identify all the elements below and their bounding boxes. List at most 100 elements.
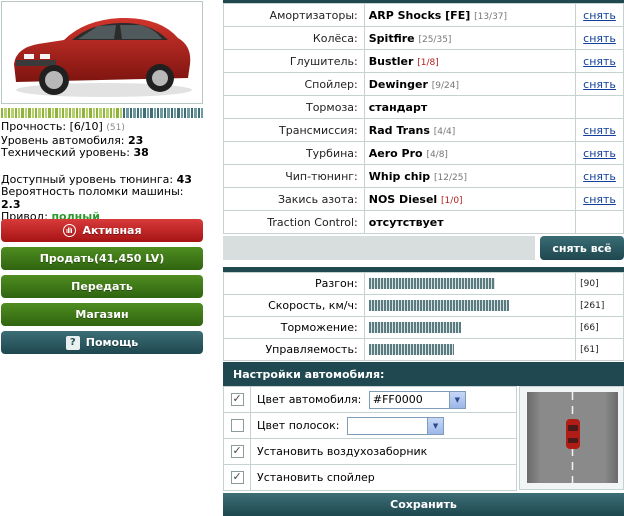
part-action-cell: снять bbox=[575, 187, 624, 211]
durability-segment bbox=[140, 108, 143, 118]
part-name: Bustler bbox=[368, 54, 414, 68]
performance-row: Разгон: [90] bbox=[223, 272, 624, 295]
remove-part-link[interactable]: снять bbox=[583, 170, 616, 183]
part-label: Закись азота: bbox=[223, 187, 365, 211]
car-stats: Прочность: [6/10] (51) Уровень автомобил… bbox=[1, 120, 206, 224]
shop-button[interactable]: Магазин bbox=[1, 303, 203, 326]
part-value-cell: Whip chip [12/25] bbox=[363, 164, 577, 188]
part-row: Спойлер: Dewinger [9/24] снять bbox=[223, 72, 624, 96]
durability-segment bbox=[153, 108, 156, 118]
stripes-label: Цвет полосок: bbox=[257, 418, 340, 432]
remove-part-link[interactable]: снять bbox=[583, 78, 616, 91]
durability-segment bbox=[102, 108, 106, 118]
transfer-button[interactable]: Передать bbox=[1, 275, 203, 298]
part-value-cell: Bustler [1/8] bbox=[363, 49, 577, 73]
shop-button-label: Магазин bbox=[75, 308, 129, 321]
car-image bbox=[14, 17, 192, 97]
part-label: Спойлер: bbox=[223, 72, 365, 96]
part-row: Амортизаторы: ARP Shocks [FE] [13/37] снят… bbox=[223, 3, 624, 27]
tuning-value: 43 bbox=[176, 172, 192, 186]
part-count: [1/0] bbox=[441, 195, 463, 206]
performance-value: [261] bbox=[575, 294, 624, 317]
car-level-value: 23 bbox=[128, 133, 144, 147]
durability-segment bbox=[65, 108, 68, 118]
remove-part-link[interactable]: снять bbox=[583, 55, 616, 68]
part-action-cell: снять bbox=[575, 3, 624, 27]
durability-segment bbox=[45, 108, 48, 118]
durability-segment bbox=[123, 108, 126, 118]
durability-value: [6/10] bbox=[69, 120, 103, 133]
tech-level-line: Технический уровень: 38 bbox=[1, 146, 206, 160]
remove-all-spacer bbox=[223, 236, 535, 260]
part-value-cell: NOS Diesel [1/0] bbox=[363, 187, 577, 211]
remove-part-link[interactable]: снять bbox=[583, 193, 616, 206]
part-name: NOS Diesel bbox=[368, 192, 438, 206]
remove-part-link[interactable]: снять bbox=[583, 124, 616, 137]
car-color-checkbox[interactable] bbox=[230, 392, 244, 407]
performance-value: [61] bbox=[575, 338, 624, 361]
part-action-cell: снять bbox=[575, 49, 624, 73]
performance-meter bbox=[368, 300, 509, 311]
performance-row: Скорость, км/ч: [261] bbox=[223, 294, 624, 317]
active-button[interactable]: Активная bbox=[1, 219, 203, 242]
part-row: Трансмиссия: Rad Trans [4/4] снять bbox=[223, 118, 624, 142]
part-name: отсутствует bbox=[368, 215, 444, 229]
part-label: Тормоза: bbox=[223, 95, 365, 119]
part-label: Чип-тюнинг: bbox=[223, 164, 365, 188]
durability-segment bbox=[51, 108, 55, 118]
durability-segment bbox=[194, 108, 197, 118]
durability-segment bbox=[177, 108, 180, 118]
durability-segment bbox=[89, 108, 92, 118]
car-color-select[interactable]: #FF0000 ▼ bbox=[368, 390, 466, 409]
durability-segment bbox=[129, 108, 133, 118]
chevron-down-icon: ▼ bbox=[427, 417, 444, 434]
breakdown-label: Вероятность поломки машины: bbox=[1, 185, 184, 198]
remove-part-link[interactable]: снять bbox=[583, 32, 616, 45]
tuning-label: Доступный уровень тюнинга: bbox=[1, 172, 174, 186]
stripes-select[interactable]: ▼ bbox=[347, 416, 445, 435]
transfer-button-label: Передать bbox=[71, 280, 133, 293]
active-button-label: Активная bbox=[82, 224, 142, 237]
help-button[interactable]: ? Помощь bbox=[1, 331, 203, 354]
remove-part-link[interactable]: снять bbox=[583, 147, 616, 160]
part-action-cell: снять bbox=[575, 141, 624, 165]
durability-segment bbox=[197, 108, 201, 118]
save-button[interactable]: Сохранить bbox=[223, 493, 624, 516]
durability-segment bbox=[68, 108, 72, 118]
save-button-label: Сохранить bbox=[390, 498, 457, 511]
performance-bar-cell bbox=[363, 338, 577, 361]
stripes-checkbox[interactable] bbox=[230, 419, 244, 433]
performance-table: Разгон: [90] Скорость, км/ч: [261] Торможени… bbox=[223, 272, 624, 361]
air-intake-checkbox[interactable] bbox=[230, 444, 244, 459]
durability-segment bbox=[201, 108, 204, 118]
durability-segment bbox=[150, 108, 153, 118]
durability-segment bbox=[72, 108, 75, 118]
durability-segment bbox=[184, 108, 187, 118]
part-row: Закись азота: NOS Diesel [1/0] снять bbox=[223, 187, 624, 211]
performance-value: [66] bbox=[575, 316, 624, 339]
spoiler-checkbox[interactable] bbox=[230, 470, 244, 485]
durability-segment bbox=[163, 108, 167, 118]
part-action-cell bbox=[575, 95, 624, 119]
sell-button-label: Продать(41,450 LV) bbox=[39, 252, 165, 265]
performance-bar-cell bbox=[363, 294, 577, 317]
part-count: [12/25] bbox=[434, 172, 467, 183]
durability-segment bbox=[136, 108, 140, 118]
performance-bar-cell bbox=[363, 272, 577, 295]
durability-segment bbox=[126, 108, 129, 118]
performance-meter bbox=[368, 278, 495, 289]
stripes-row: Цвет полосок: ▼ bbox=[223, 412, 517, 439]
durability-segment bbox=[17, 108, 21, 118]
durability-segment bbox=[4, 108, 7, 118]
sell-button[interactable]: Продать(41,450 LV) bbox=[1, 247, 203, 270]
durability-segment bbox=[14, 108, 17, 118]
question-icon: ? bbox=[65, 335, 80, 350]
settings-table: Цвет автомобиля: #FF0000 ▼ Цвет полосок:… bbox=[223, 386, 517, 491]
remove-part-link[interactable]: снять bbox=[583, 9, 616, 22]
remove-all-button[interactable]: снять всё bbox=[540, 236, 624, 260]
left-panel: Прочность: [6/10] (51) Уровень автомобил… bbox=[0, 0, 206, 516]
performance-row: Торможение: [66] bbox=[223, 316, 624, 339]
part-count: [1/8] bbox=[417, 57, 439, 68]
part-count: [4/8] bbox=[426, 149, 448, 160]
durability-segment bbox=[95, 108, 99, 118]
